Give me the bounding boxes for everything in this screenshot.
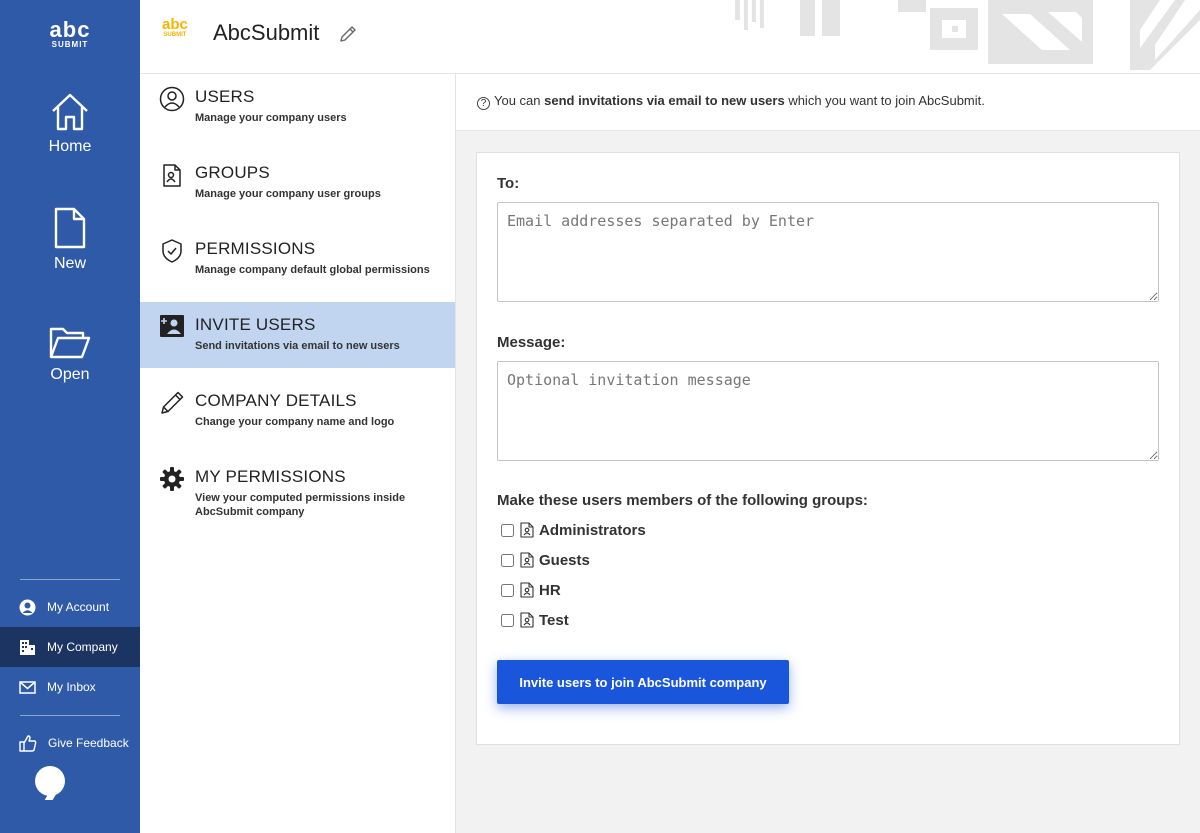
menu-item-permissions[interactable]: PERMISSIONS Manage company default globa… — [140, 226, 455, 292]
invite-user-icon — [160, 315, 184, 337]
menu-item-invite-users[interactable]: INVITE USERS Send invitations via email … — [140, 302, 455, 368]
group-checkbox-administrators[interactable] — [501, 523, 514, 537]
account-circle-icon — [19, 599, 36, 615]
info-text-bold: send invitations via email to new users — [544, 93, 785, 108]
building-icon — [20, 639, 35, 655]
my-company-label: My Company — [47, 640, 118, 654]
group-checkbox-test[interactable] — [501, 613, 514, 627]
to-label: To: — [497, 175, 520, 192]
message-label: Message: — [497, 334, 566, 351]
thumbs-up-icon — [19, 734, 37, 752]
group-icon — [520, 552, 534, 568]
user-circle-icon — [159, 86, 185, 112]
menu-item-title: USERS — [195, 87, 255, 106]
folder-open-icon — [49, 327, 91, 359]
menu-item-title: GROUPS — [195, 163, 270, 182]
menu-item-groups[interactable]: GROUPS Manage your company user groups — [140, 150, 455, 216]
open-label: Open — [50, 366, 90, 383]
group-icon — [163, 164, 181, 187]
group-checkbox-guests[interactable] — [501, 553, 514, 567]
menu-item-desc: Manage your company user groups — [195, 188, 381, 200]
shield-check-icon — [162, 239, 182, 263]
app-rail: abc SUBMIT Home New Open My Account My C… — [0, 0, 140, 833]
home-label: Home — [48, 138, 92, 155]
invite-users-button[interactable]: Invite users to join AbcSubmit company — [497, 660, 789, 704]
menu-item-my-permissions[interactable]: MY PERMISSIONS View your computed permis… — [140, 454, 455, 534]
my-company-link[interactable]: My Company — [0, 627, 140, 667]
menu-item-title: PERMISSIONS — [195, 239, 316, 258]
group-name: Test — [539, 611, 569, 629]
menu-item-desc: View your computed permissions inside Ab… — [195, 492, 406, 518]
my-inbox-link[interactable]: My Inbox — [0, 667, 140, 707]
group-option-guests: Guests — [501, 550, 590, 570]
my-account-link[interactable]: My Account — [0, 587, 140, 627]
envelope-icon — [19, 680, 36, 694]
group-option-hr: HR — [501, 580, 561, 600]
invite-form-card: To: Message: Make these users members of… — [476, 152, 1180, 745]
company-logo: abc SUBMIT — [162, 16, 188, 38]
group-icon — [520, 612, 534, 628]
menu-item-title: MY PERMISSIONS — [195, 467, 346, 486]
give-feedback-link[interactable]: Give Feedback — [0, 723, 140, 763]
group-icon — [520, 582, 534, 598]
my-account-label: My Account — [47, 600, 110, 614]
group-name: HR — [539, 581, 561, 599]
menu-item-company-details[interactable]: COMPANY DETAILS Change your company name… — [140, 378, 455, 444]
home-button[interactable]: Home — [0, 92, 140, 156]
menu-item-desc: Change your company name and logo — [195, 416, 395, 428]
menu-item-users[interactable]: USERS Manage your company users — [140, 74, 455, 140]
give-feedback-label: Give Feedback — [48, 736, 129, 750]
open-button[interactable]: Open — [0, 326, 140, 384]
new-button[interactable]: New — [0, 207, 140, 273]
my-inbox-label: My Inbox — [47, 680, 96, 694]
chat-widget-button[interactable] — [20, 751, 80, 811]
home-icon — [52, 93, 88, 131]
info-text-prefix: You can — [494, 93, 545, 108]
company-logo-sub: SUBMIT — [163, 32, 187, 38]
group-option-test: Test — [501, 610, 569, 630]
group-checkbox-hr[interactable] — [501, 583, 514, 597]
new-file-icon — [54, 207, 86, 249]
rail-divider — [20, 579, 120, 580]
new-label: New — [53, 255, 86, 272]
menu-item-title: COMPANY DETAILS — [195, 391, 357, 410]
group-icon — [520, 522, 534, 538]
company-menu: USERS Manage your company users GROUPS M… — [140, 74, 456, 833]
app-logo[interactable]: abc SUBMIT — [0, 17, 140, 50]
group-name: Administrators — [539, 521, 646, 539]
company-name: AbcSubmit — [213, 20, 320, 45]
group-option-administrators: Administrators — [501, 520, 646, 540]
info-text-suffix: which you want to join AbcSubmit. — [784, 93, 985, 108]
info-bar: ? You can send invitations via email to n… — [456, 74, 1200, 131]
gear-icon — [160, 467, 184, 491]
company-logo-text: abc — [162, 16, 188, 33]
pencil-icon — [161, 391, 184, 414]
groups-label: Make these users members of the followin… — [497, 492, 868, 509]
top-header: abc SUBMIT AbcSubmit — [140, 0, 1200, 74]
help-question-icon: ? — [477, 97, 490, 110]
to-emails-textarea[interactable] — [497, 202, 1159, 302]
menu-item-title: INVITE USERS — [195, 315, 316, 334]
logo-sub: SUBMIT — [51, 40, 89, 49]
group-name: Guests — [539, 551, 590, 569]
rail-divider-2 — [20, 715, 120, 716]
menu-item-desc: Manage your company users — [195, 112, 347, 124]
header-decoration — [735, 0, 1200, 70]
menu-item-desc: Manage company default global permission… — [195, 264, 430, 276]
chat-bubble-icon — [35, 766, 65, 796]
logo-text: abc — [49, 17, 91, 42]
menu-item-desc: Send invitations via email to new users — [195, 340, 400, 352]
edit-pencil-icon[interactable] — [338, 24, 358, 44]
message-textarea[interactable] — [497, 361, 1159, 461]
